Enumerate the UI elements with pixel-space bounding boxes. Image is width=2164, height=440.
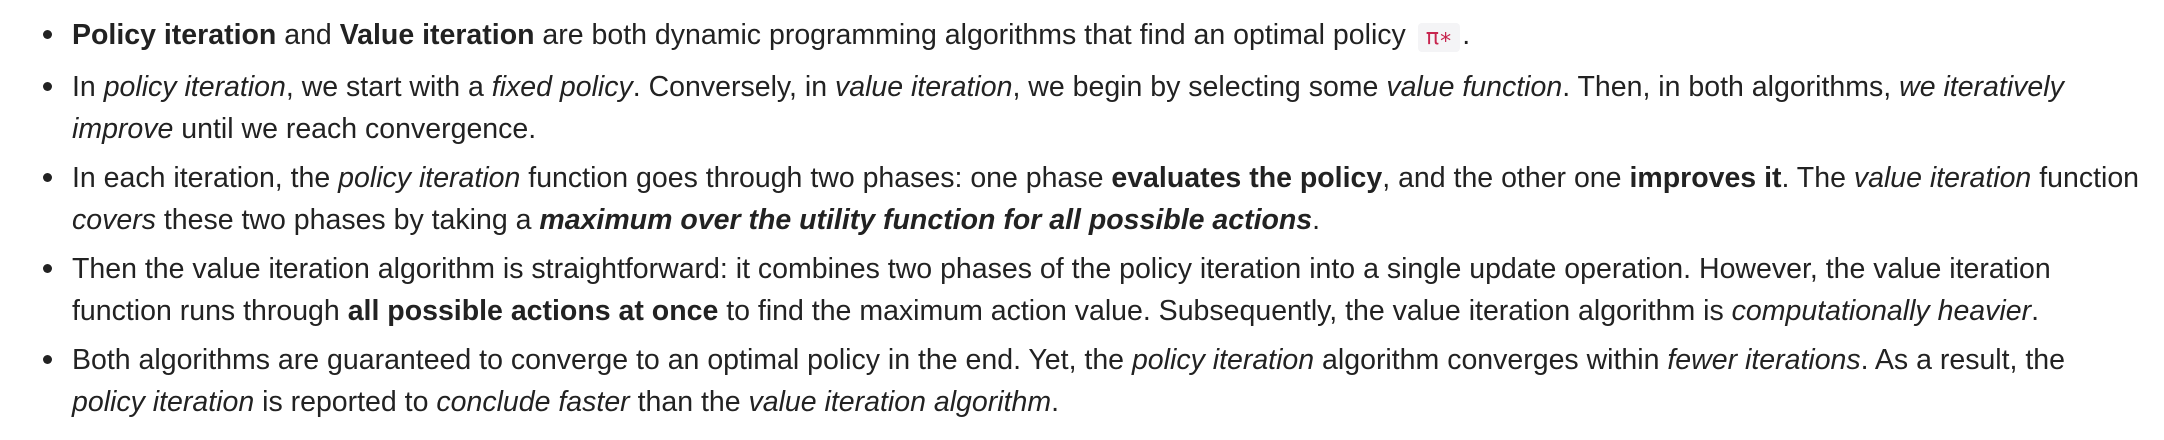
text-span: until we reach convergence. xyxy=(173,113,537,145)
text-span: In xyxy=(72,71,104,103)
bullet-item-convergence: Both algorithms are guaranteed to conver… xyxy=(43,339,2144,423)
text-span: function xyxy=(2031,162,2140,194)
bold-text: Value iteration xyxy=(339,19,535,51)
bold-text: Policy iteration xyxy=(72,19,277,51)
text-span: these two phases by taking a xyxy=(155,204,540,236)
text-span: are both dynamic programming algorithms … xyxy=(534,19,1414,51)
italic-text: computationally heavier xyxy=(1731,295,2032,327)
italic-text: policy iteration xyxy=(1131,344,1315,376)
text-span: algorithm converges within xyxy=(1314,344,1668,376)
text-span: . As a result, the xyxy=(1860,344,2066,376)
text-span: . xyxy=(2031,295,2039,327)
italic-text: covers xyxy=(72,204,156,236)
text-span: than the xyxy=(629,386,749,418)
italic-text: value iteration algorithm xyxy=(748,386,1052,418)
bullet-item-iteration-phases: In each iteration, the policy iteration … xyxy=(43,157,2144,241)
italic-text: fixed policy xyxy=(491,71,633,103)
text-span: to find the maximum action value. Subseq… xyxy=(718,295,1732,327)
text-span: Both algorithms are guaranteed to conver… xyxy=(72,344,1132,376)
italic-text: value iteration xyxy=(834,71,1013,103)
italic-text: fewer iterations xyxy=(1667,344,1861,376)
bullet-item-starting-points: In policy iteration, we start with a fix… xyxy=(43,66,2144,150)
bold-text: all possible actions at once xyxy=(347,295,719,327)
bold-text: evaluates the policy xyxy=(1111,162,1383,194)
bold-italic-inner: maximum over the utility function for al… xyxy=(539,204,1313,236)
text-span: function goes through two phases: one ph… xyxy=(520,162,1112,194)
text-span: , we start with a xyxy=(285,71,492,103)
bullet-list: Policy iteration and Value iteration are… xyxy=(0,0,2164,423)
text-span: . xyxy=(1051,386,1059,418)
bold-italic-text: maximum over the utility function for al… xyxy=(539,204,1312,236)
italic-text: policy iteration xyxy=(103,71,286,103)
italic-text: value function xyxy=(1386,71,1563,103)
italic-text: conclude faster xyxy=(436,386,630,418)
bullet-item-value-iteration-cost: Then the value iteration algorithm is st… xyxy=(43,248,2144,332)
text-span: In each iteration, the xyxy=(72,162,339,194)
text-span: . Conversely, in xyxy=(632,71,835,103)
bullet-item-policy-value-intro: Policy iteration and Value iteration are… xyxy=(43,14,2144,59)
text-span: , we begin by selecting some xyxy=(1012,71,1387,103)
italic-text: policy iteration xyxy=(72,386,255,418)
text-span: and xyxy=(276,19,340,51)
text-span: , and the other one xyxy=(1382,162,1630,194)
italic-text: policy iteration xyxy=(338,162,521,194)
inline-code-policy-symbol: π∗ xyxy=(1417,23,1461,52)
text-span: . xyxy=(1462,19,1471,51)
italic-text: value iteration xyxy=(1853,162,2032,194)
text-span: . Then, in both algorithms, xyxy=(1562,71,1900,103)
text-span: . xyxy=(1312,204,1321,236)
text-span: . The xyxy=(1781,162,1854,194)
text-span: is reported to xyxy=(254,386,437,418)
bold-text: improves it xyxy=(1629,162,1782,194)
